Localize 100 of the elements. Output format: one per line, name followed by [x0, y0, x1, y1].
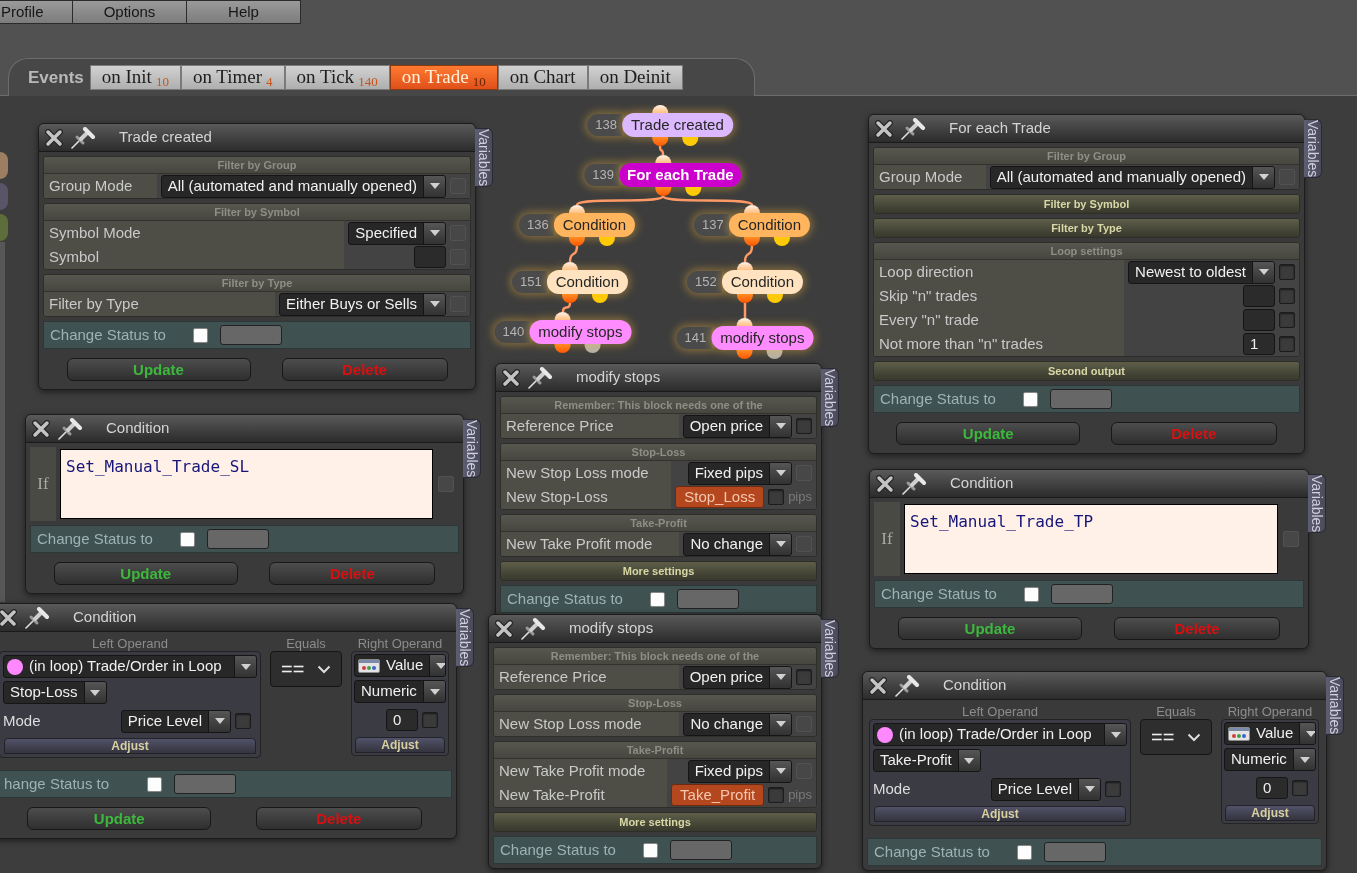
- status-input[interactable]: [220, 325, 282, 345]
- dropdown[interactable]: All (automated and manually opened): [989, 165, 1275, 189]
- checkbox[interactable]: [1292, 780, 1308, 796]
- block-node[interactable]: Condition: [721, 270, 804, 294]
- input-port-icon[interactable]: [744, 205, 760, 213]
- output-port-icon[interactable]: [562, 294, 578, 303]
- checkbox[interactable]: [1023, 391, 1038, 407]
- output-port-icon[interactable]: [737, 350, 753, 359]
- dropdown[interactable]: Open price: [682, 414, 792, 438]
- caret-down-icon[interactable]: [1293, 749, 1315, 770]
- status-input[interactable]: [174, 774, 236, 794]
- dropdown[interactable]: Take-Profit: [873, 749, 981, 772]
- event-tab[interactable]: on Init 10: [89, 65, 181, 90]
- update-button[interactable]: Update: [898, 616, 1082, 640]
- event-tab[interactable]: on Timer 4: [180, 65, 285, 90]
- checkbox[interactable]: [768, 489, 785, 505]
- caret-down-icon[interactable]: [423, 175, 445, 197]
- status-input[interactable]: [670, 840, 732, 860]
- output-port-icon[interactable]: [737, 294, 753, 303]
- menu-item[interactable]: Options: [73, 0, 187, 24]
- checkbox[interactable]: [422, 712, 438, 728]
- caret-down-icon[interactable]: [423, 293, 445, 315]
- output-port-icon[interactable]: [585, 344, 601, 353]
- block-node[interactable]: Condition: [728, 213, 811, 237]
- checkbox[interactable]: [1279, 264, 1295, 280]
- update-button[interactable]: Update: [66, 357, 251, 381]
- caret-down-icon[interactable]: [423, 681, 445, 702]
- formula-field[interactable]: Set_Manual_Trade_TP: [904, 504, 1278, 574]
- block-node[interactable]: Condition: [546, 270, 629, 294]
- caret-down-icon[interactable]: [234, 656, 256, 677]
- text-input[interactable]: [1243, 285, 1275, 307]
- close-icon[interactable]: [875, 119, 893, 138]
- input-port-icon[interactable]: [655, 155, 671, 163]
- text-input[interactable]: 1: [1243, 333, 1275, 355]
- dropdown[interactable]: Numeric: [1224, 748, 1316, 771]
- caret-down-icon[interactable]: [769, 462, 791, 484]
- output-port-icon[interactable]: [685, 187, 701, 196]
- status-input[interactable]: [1044, 842, 1106, 862]
- dropdown[interactable]: Specified: [348, 221, 446, 245]
- node-number[interactable]: 151: [511, 271, 547, 293]
- node-number[interactable]: 136: [518, 214, 554, 236]
- section-header[interactable]: More settings: [494, 813, 816, 831]
- status-input[interactable]: [1051, 584, 1113, 604]
- section-header[interactable]: Filter by Symbol: [874, 195, 1299, 213]
- output-port-icon[interactable]: [569, 237, 585, 246]
- pin-icon[interactable]: [902, 472, 928, 495]
- node-number[interactable]: 141: [676, 327, 712, 349]
- text-input[interactable]: 0: [1256, 777, 1288, 799]
- pin-icon[interactable]: [528, 366, 554, 389]
- output-port-icon[interactable]: [774, 237, 790, 246]
- caret-down-icon[interactable]: [1078, 778, 1100, 800]
- dropdown[interactable]: (in loop) Trade/Order in Loop: [873, 723, 1127, 746]
- input-port-icon[interactable]: [737, 318, 753, 326]
- dropdown[interactable]: Newest to oldest: [1128, 260, 1275, 284]
- event-tab[interactable]: on Tick 140: [284, 65, 390, 90]
- caret-down-icon[interactable]: [769, 415, 791, 437]
- dropdown[interactable]: Numeric: [354, 680, 446, 703]
- caret-down-icon[interactable]: [1252, 261, 1274, 283]
- text-input[interactable]: [1243, 309, 1275, 331]
- checkbox[interactable]: [235, 713, 251, 729]
- caret-down-icon[interactable]: [769, 666, 791, 688]
- chevron-down-icon[interactable]: [317, 664, 331, 674]
- close-icon[interactable]: [502, 368, 520, 387]
- block-node[interactable]: For each Trade: [619, 163, 742, 187]
- output-port-icon[interactable]: [592, 294, 608, 303]
- block-node[interactable]: Condition: [553, 213, 636, 237]
- output-port-icon[interactable]: [767, 294, 783, 303]
- close-icon[interactable]: [32, 419, 50, 438]
- status-input[interactable]: [1050, 389, 1112, 409]
- caret-down-icon[interactable]: [769, 760, 791, 782]
- dropdown[interactable]: All (automated and manually opened): [160, 174, 446, 198]
- update-button[interactable]: Update: [27, 806, 212, 830]
- section-header[interactable]: Second output: [874, 362, 1299, 380]
- caret-down-icon[interactable]: [769, 713, 791, 735]
- dropdown[interactable]: No change: [683, 532, 792, 556]
- checkbox[interactable]: [796, 418, 812, 434]
- caret-down-icon[interactable]: [1252, 166, 1274, 188]
- adjust-button[interactable]: Adjust: [355, 737, 445, 753]
- checkbox[interactable]: [1279, 288, 1295, 304]
- section-header[interactable]: Filter by Type: [874, 219, 1299, 237]
- pin-icon[interactable]: [901, 117, 927, 140]
- input-port-icon[interactable]: [569, 205, 585, 213]
- operator-dropdown[interactable]: ==: [270, 651, 342, 687]
- caret-down-icon[interactable]: [429, 655, 445, 676]
- menu-item[interactable]: Profile: [0, 0, 73, 24]
- variables-tab[interactable]: Variables: [821, 619, 839, 679]
- variables-tab[interactable]: Variables: [1308, 474, 1326, 534]
- output-port-icon[interactable]: [744, 237, 760, 246]
- output-port-icon[interactable]: [652, 137, 668, 146]
- close-icon[interactable]: [876, 474, 894, 493]
- output-port-icon[interactable]: [767, 350, 783, 359]
- formula-field[interactable]: Set_Manual_Trade_SL: [60, 449, 433, 519]
- checkbox[interactable]: [643, 842, 658, 858]
- input-port-icon[interactable]: [737, 262, 753, 270]
- output-port-icon[interactable]: [555, 344, 571, 353]
- dropdown[interactable]: Value: [354, 654, 446, 677]
- text-input[interactable]: 0: [386, 709, 418, 731]
- node-number[interactable]: 152: [686, 271, 722, 293]
- variables-tab[interactable]: Variables: [456, 608, 474, 668]
- checkbox[interactable]: [1279, 312, 1295, 328]
